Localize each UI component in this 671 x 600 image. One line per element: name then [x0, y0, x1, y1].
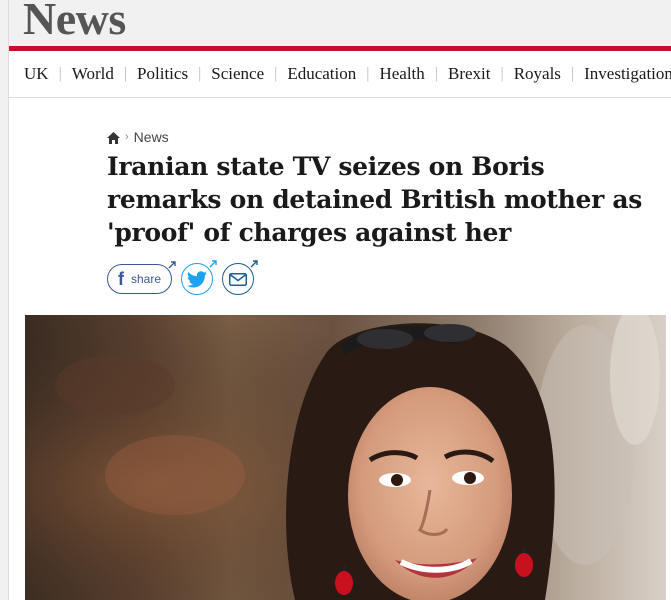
facebook-icon: f	[118, 268, 124, 289]
share-arrow-icon	[209, 260, 217, 268]
nav-item-world[interactable]: World	[62, 64, 124, 84]
nav-item-education[interactable]: Education	[277, 64, 366, 84]
headline-line: Iranian state TV seizes on Boris	[107, 152, 545, 181]
nav-item-brexit[interactable]: Brexit	[438, 64, 501, 84]
browser-viewport: News UK | World | Politics | Science | E…	[0, 0, 671, 600]
nav-item-science[interactable]: Science	[201, 64, 274, 84]
headline-line: remarks on detained British mother as	[107, 185, 643, 214]
nav-item-health[interactable]: Health	[369, 64, 434, 84]
section-header: News	[9, 0, 671, 46]
share-buttons: f share	[107, 260, 258, 296]
email-share-button[interactable]	[222, 260, 258, 295]
envelope-icon	[229, 272, 248, 286]
article-page: News UK | World | Politics | Science | E…	[8, 0, 671, 600]
facebook-share-label: share	[131, 272, 162, 286]
nav-item-investigations[interactable]: Investigations	[574, 64, 671, 84]
share-arrow-icon	[168, 261, 176, 269]
nav-item-royals[interactable]: Royals	[504, 64, 571, 84]
headline-line: 'proof' of charges against her	[107, 218, 511, 247]
facebook-share-button[interactable]: f share	[107, 261, 176, 294]
home-icon[interactable]	[107, 131, 120, 144]
twitter-icon	[187, 270, 208, 287]
article-lead-image	[25, 315, 666, 600]
nav-item-uk[interactable]: UK	[9, 64, 59, 84]
share-arrow-icon	[250, 260, 258, 268]
section-title[interactable]: News	[23, 0, 126, 46]
article-headline: Iranian state TV seizes on Boris remarks…	[107, 150, 662, 249]
nav-item-politics[interactable]: Politics	[127, 64, 198, 84]
breadcrumb-news-link[interactable]: News	[134, 129, 169, 145]
section-nav: UK | World | Politics | Science | Educat…	[9, 51, 671, 98]
chevron-right-icon: ›	[125, 131, 129, 143]
twitter-share-button[interactable]	[181, 260, 217, 295]
breadcrumb: › News	[107, 128, 169, 146]
